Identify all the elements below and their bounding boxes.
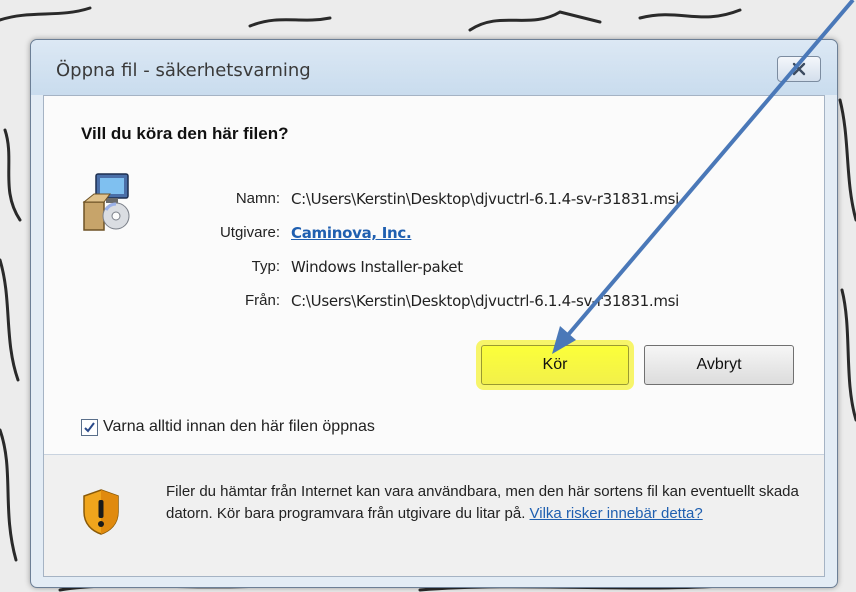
title-bar: Öppna fil - säkerhetsvarning <box>31 40 837 95</box>
security-warning-dialog: Öppna fil - säkerhetsvarning Vill du kör… <box>30 39 838 588</box>
publisher-link[interactable]: Caminova, Inc. <box>291 224 412 242</box>
always-warn-checkbox[interactable] <box>81 418 98 436</box>
always-warn-label: Varna alltid innan den här filen öppnas <box>103 418 375 435</box>
publisher-label: Utgivare: <box>219 224 280 241</box>
close-icon <box>792 62 806 76</box>
cancel-button[interactable]: Avbryt <box>644 345 794 385</box>
dialog-heading: Vill du köra den här filen? <box>81 124 289 143</box>
name-label: Namn: <box>235 190 280 207</box>
source-path-value: C:\Users\Kerstin\Desktop\djvuctrl-6.1.4-… <box>291 292 680 310</box>
warning-text: Filer du hämtar från Internet kan vara a… <box>166 481 806 525</box>
close-button[interactable] <box>777 56 821 82</box>
checkmark-icon <box>84 421 95 433</box>
dialog-title: Öppna fil - säkerhetsvarning <box>56 60 311 81</box>
dialog-content: Vill du köra den här filen? Namn: C:\Use… <box>43 95 825 577</box>
from-label: Från: <box>244 292 280 309</box>
risks-link[interactable]: Vilka risker innebär detta? <box>530 505 703 522</box>
warning-message: Filer du hämtar från Internet kan vara a… <box>166 483 799 522</box>
file-name-value: C:\Users\Kerstin\Desktop\djvuctrl-6.1.4-… <box>291 190 680 208</box>
run-button[interactable]: Kör <box>481 345 629 385</box>
file-type-value: Windows Installer-paket <box>291 258 463 276</box>
warning-footer: Filer du hämtar från Internet kan vara a… <box>44 455 824 576</box>
warning-shield-icon <box>83 489 119 535</box>
always-warn-option[interactable]: Varna alltid innan den här filen öppnas <box>81 418 375 436</box>
type-label: Typ: <box>251 258 280 275</box>
